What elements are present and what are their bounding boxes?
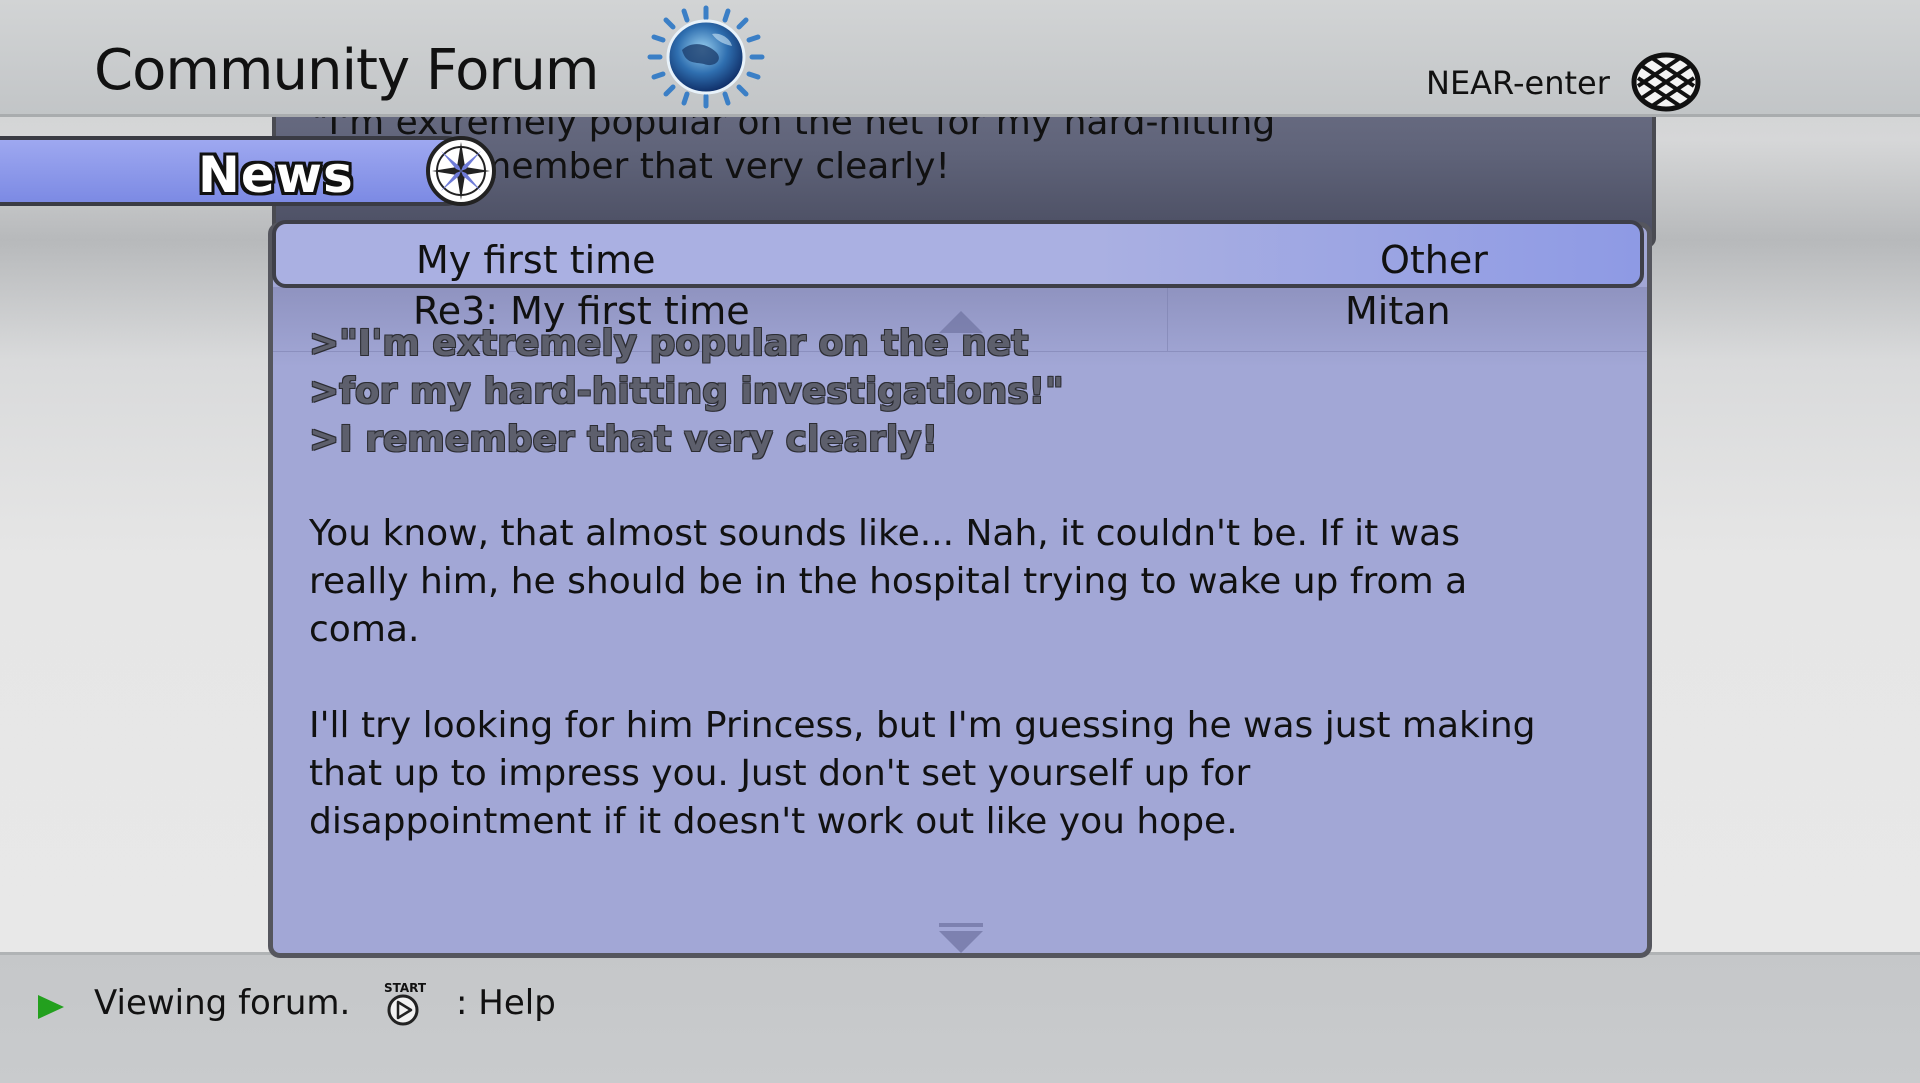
post-text-line: really him, he should be in the hospital… <box>309 561 1468 602</box>
quoted-text-line: >for my hard-hitting investigations!" <box>309 371 1064 412</box>
start-button-icon[interactable]: START <box>382 979 428 1027</box>
post-text-line: coma. <box>309 609 420 650</box>
section-tab-news[interactable]: News <box>0 136 480 206</box>
thread-title: My first time <box>416 238 656 282</box>
quoted-text-line: >I remember that very clearly! <box>309 419 939 460</box>
header-bar: Community Forum NEAR-enter <box>0 0 1920 117</box>
post-text-line: disappointment if it doesn't work out li… <box>309 801 1238 842</box>
post-text-line: I'll try looking for him Princess, but I… <box>309 705 1536 746</box>
start-button-text: START <box>384 981 427 995</box>
post-text-line: that up to impress you. Just don't set y… <box>309 753 1251 794</box>
net-globe-icon <box>1631 52 1701 112</box>
thread-category: Other <box>1380 238 1488 282</box>
play-arrow-icon <box>38 995 64 1019</box>
scroll-up-icon[interactable] <box>939 311 983 333</box>
post-text-line: You know, that almost sounds like... Nah… <box>309 513 1460 554</box>
page-title: Community Forum <box>94 38 599 103</box>
network-status-label: NEAR-enter <box>1426 64 1610 102</box>
post-panel: Re3: My first time Mitan >"I'm extremely… <box>268 222 1652 958</box>
compass-icon <box>426 136 496 206</box>
section-tab-label: News <box>198 146 354 204</box>
column-divider <box>1167 287 1168 351</box>
scroll-down-bar <box>939 923 983 927</box>
reply-author: Mitan <box>1345 289 1451 333</box>
thread-row-selected[interactable]: My first time Other <box>272 220 1644 288</box>
scroll-down-icon[interactable] <box>939 931 983 953</box>
reply-title: Re3: My first time <box>413 289 750 333</box>
globe-logo-icon <box>647 5 765 109</box>
help-label: : Help <box>456 983 556 1023</box>
status-bar: Viewing forum. START : Help <box>0 952 1920 1083</box>
status-text: Viewing forum. <box>94 983 351 1023</box>
